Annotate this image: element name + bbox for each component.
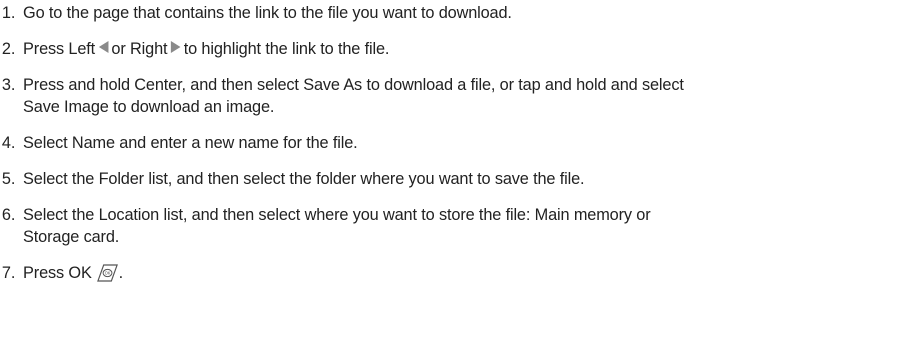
step-4: 4. Select Name and enter a new name for … bbox=[0, 132, 879, 154]
step-5: 5. Select the Folder list, and then sele… bbox=[0, 168, 879, 190]
step-text: Go to the page that contains the link to… bbox=[23, 3, 512, 22]
step-text-line-1: Press and hold Center, and then select S… bbox=[23, 75, 684, 94]
step-text-part-2: or Right bbox=[111, 39, 168, 58]
step-number: 6. bbox=[1, 205, 16, 224]
step-text-part-2: . bbox=[118, 263, 124, 282]
step-number: 5. bbox=[1, 169, 16, 188]
left-arrow-key-icon bbox=[98, 41, 109, 53]
step-2: 2. Press Left or Right to highlight the li… bbox=[0, 38, 879, 60]
step-6: 6. Select the Location list, and then se… bbox=[0, 204, 879, 248]
step-text-line-2: Save Image to download an image. bbox=[23, 97, 275, 116]
ok-key-icon: OK bbox=[96, 264, 119, 288]
step-number: 1. bbox=[1, 3, 16, 22]
svg-text:OK: OK bbox=[104, 270, 110, 275]
step-number: 2. bbox=[1, 39, 16, 58]
step-7: 7. Press OK OK . bbox=[0, 262, 879, 288]
step-number: 4. bbox=[1, 133, 16, 152]
step-text-line-2: Storage card. bbox=[23, 227, 120, 246]
step-number: 7. bbox=[1, 263, 16, 282]
right-arrow-key-icon bbox=[171, 41, 181, 53]
step-text-line-1: Select the Location list, and then selec… bbox=[23, 205, 651, 224]
step-text-part-1: Press OK bbox=[23, 263, 92, 282]
step-3: 3. Press and hold Center, and then selec… bbox=[0, 74, 879, 118]
step-text: Select the Folder list, and then select … bbox=[23, 169, 585, 188]
step-text: Select Name and enter a new name for the… bbox=[23, 133, 358, 152]
step-text-part-3: to highlight the link to the file. bbox=[183, 39, 390, 58]
step-number: 3. bbox=[1, 75, 16, 94]
instruction-list: 1. Go to the page that contains the link… bbox=[0, 2, 916, 288]
step-text-part-1: Press Left bbox=[23, 39, 96, 58]
step-1: 1. Go to the page that contains the link… bbox=[0, 2, 879, 24]
